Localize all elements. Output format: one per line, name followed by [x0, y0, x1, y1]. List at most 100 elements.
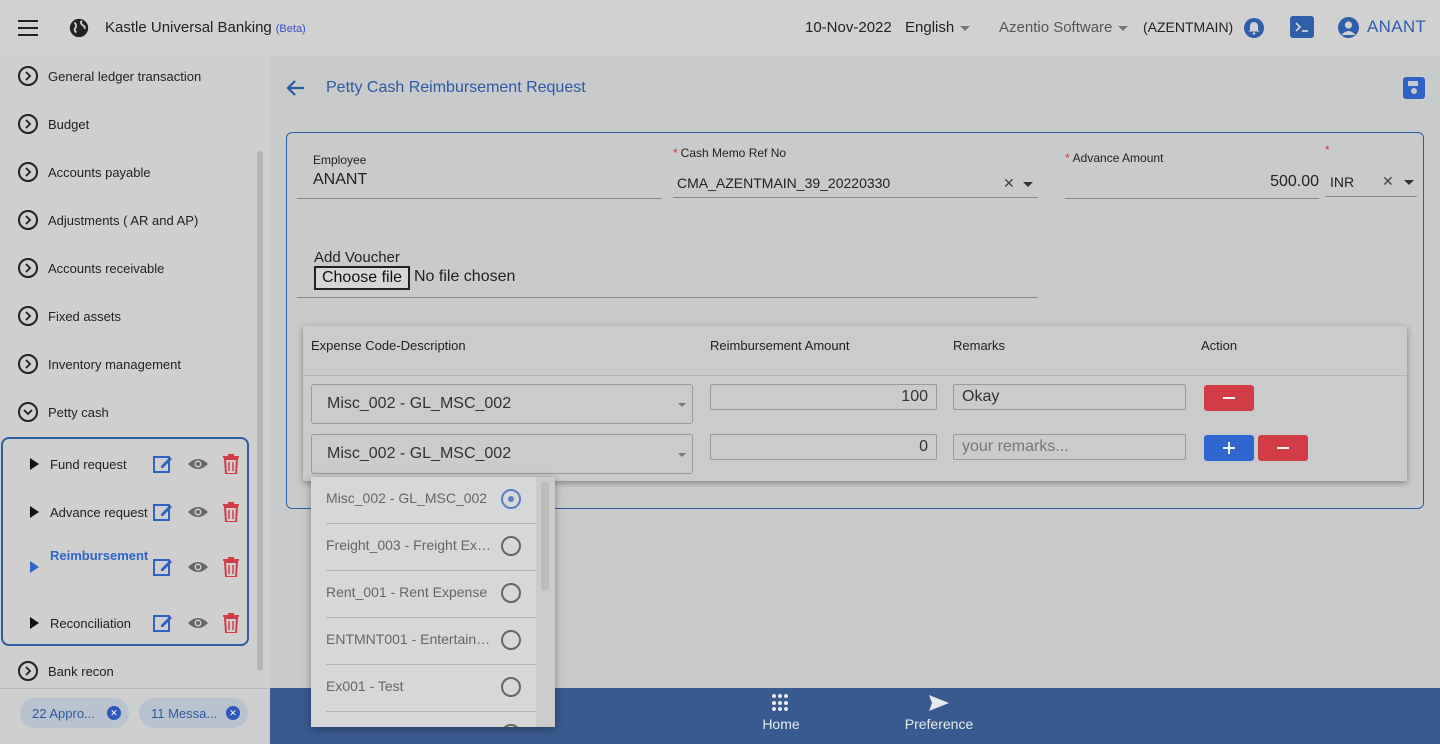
dropdown-option-partial[interactable]	[326, 712, 536, 727]
save-icon[interactable]	[1403, 77, 1425, 99]
send-icon	[929, 695, 949, 711]
dropdown-option-label: Ex001 - Test	[326, 678, 404, 694]
organization-value: Azentio Software	[999, 19, 1113, 36]
expense-code-select[interactable]: Misc_002 - GL_MSC_002	[311, 434, 693, 474]
edit-icon[interactable]	[153, 557, 173, 577]
sidebar-item-bank-recon[interactable]: Bank recon	[0, 656, 269, 686]
delete-icon[interactable]	[222, 454, 240, 474]
sidebar-item-general-ledger[interactable]: General ledger transaction	[0, 61, 269, 91]
user-avatar-icon[interactable]	[1338, 17, 1359, 38]
submenu-item-fund-request[interactable]: Fund request	[3, 442, 247, 486]
edit-icon[interactable]	[153, 613, 173, 633]
column-header-remarks: Remarks	[953, 338, 1006, 353]
notification-bell-icon[interactable]	[1244, 18, 1264, 38]
expense-grid: Expense Code-Description Reimbursement A…	[303, 326, 1407, 481]
delete-icon[interactable]	[222, 613, 240, 633]
sidebar-item-label: Fixed assets	[48, 308, 121, 324]
remove-row-button[interactable]	[1204, 385, 1254, 411]
sidebar-item-petty-cash[interactable]: Petty cash	[0, 397, 269, 427]
sidebar-item-accounts-receivable[interactable]: Accounts receivable	[0, 253, 269, 283]
employee-label: Employee	[313, 153, 367, 167]
dropdown-option[interactable]: Freight_003 - Freight Expense	[326, 524, 536, 571]
dropdown-option-label: Freight_003 - Freight Expense	[326, 537, 498, 553]
chevron-down-icon	[1118, 25, 1129, 31]
sidebar-item-inventory-management[interactable]: Inventory management	[0, 349, 269, 379]
grid-header: Expense Code-Description Reimbursement A…	[303, 326, 1407, 376]
view-icon[interactable]	[187, 502, 209, 522]
radio-icon[interactable]	[501, 536, 521, 556]
radio-selected-icon[interactable]	[501, 489, 521, 509]
approvals-chip[interactable]: 22 Appro... ✕	[20, 698, 129, 728]
user-name[interactable]: ANANT	[1367, 17, 1426, 37]
petty-cash-submenu: Fund request Advance request Reimburseme…	[1, 437, 249, 646]
close-icon[interactable]: ✕	[107, 706, 121, 720]
chevron-down-circle-icon	[18, 402, 38, 422]
choose-file-button[interactable]: Choose file	[314, 266, 410, 290]
remarks-input[interactable]: Okay	[953, 384, 1186, 410]
remarks-input[interactable]: your remarks...	[953, 434, 1186, 460]
cash-memo-field[interactable]: CMA_AZENTMAIN_39_20220330	[677, 175, 890, 191]
nav-preference[interactable]: Preference	[898, 694, 980, 732]
delete-icon[interactable]	[222, 557, 240, 577]
expense-code-value: Misc_002 - GL_MSC_002	[327, 445, 512, 462]
currency-select[interactable]: INR	[1330, 174, 1354, 190]
sidebar-item-budget[interactable]: Budget	[0, 109, 269, 139]
no-file-text: No file chosen	[414, 268, 516, 285]
reimbursement-amount-input[interactable]: 0	[710, 434, 937, 460]
employee-field[interactable]: ANANT	[313, 171, 367, 189]
view-icon[interactable]	[187, 613, 209, 633]
language-select[interactable]: English	[905, 19, 971, 36]
radio-icon[interactable]	[501, 677, 521, 697]
organization-select[interactable]: Azentio Software	[999, 19, 1129, 36]
sidebar-scrollbar[interactable]	[257, 151, 263, 671]
language-value: English	[905, 19, 955, 36]
dropdown-option[interactable]: Rent_001 - Rent Expense	[326, 571, 536, 618]
edit-icon[interactable]	[153, 454, 173, 474]
dropdown-option[interactable]: ENTMNT001 - Entertainment Expense	[326, 618, 536, 665]
radio-icon[interactable]	[501, 630, 521, 650]
dropdown-scrollbar[interactable]	[536, 477, 555, 727]
sidebar-item-accounts-payable[interactable]: Accounts payable	[0, 157, 269, 187]
page-title: Petty Cash Reimbursement Request	[326, 79, 586, 96]
remove-row-button[interactable]	[1258, 435, 1308, 461]
terminal-icon[interactable]	[1290, 16, 1314, 38]
chevron-right-circle-icon	[18, 114, 38, 134]
submenu-item-label: Fund request	[50, 457, 127, 472]
view-icon[interactable]	[187, 454, 209, 474]
menu-icon[interactable]	[18, 20, 38, 36]
edit-icon[interactable]	[153, 502, 173, 522]
advance-amount-field[interactable]: 500.00	[1065, 173, 1319, 191]
nav-home[interactable]: Home	[750, 694, 812, 732]
back-arrow-icon[interactable]	[286, 78, 306, 98]
submenu-item-reimbursement[interactable]: Reimbursement	[3, 540, 247, 594]
sidebar-item-fixed-assets[interactable]: Fixed assets	[0, 301, 269, 331]
chevron-right-circle-icon	[18, 66, 38, 86]
close-icon[interactable]: ✕	[226, 706, 240, 720]
reimbursement-amount-input[interactable]: 100	[710, 384, 937, 410]
dropdown-option[interactable]: Ex001 - Test	[326, 665, 536, 712]
caret-right-icon	[30, 561, 39, 573]
column-header-expense: Expense Code-Description	[311, 338, 466, 353]
clear-icon[interactable]: ✕	[1382, 173, 1394, 190]
submenu-item-advance-request[interactable]: Advance request	[3, 490, 247, 534]
scrollbar-thumb[interactable]	[541, 481, 549, 591]
sidebar-item-adjustments[interactable]: Adjustments ( AR and AP)	[0, 205, 269, 235]
chevron-right-circle-icon	[18, 306, 38, 326]
expense-code-select[interactable]: Misc_002 - GL_MSC_002	[311, 384, 693, 424]
clear-icon[interactable]: ✕	[1003, 175, 1015, 192]
sidebar-item-label: Inventory management	[48, 356, 181, 372]
required-mark: *	[673, 146, 678, 160]
delete-icon[interactable]	[222, 502, 240, 522]
radio-icon[interactable]	[501, 583, 521, 603]
branch-code: (AZENTMAIN)	[1143, 19, 1234, 35]
radio-icon[interactable]	[501, 724, 521, 727]
submenu-item-reconciliation[interactable]: Reconciliation	[3, 601, 247, 645]
add-row-button[interactable]	[1204, 435, 1254, 461]
view-icon[interactable]	[187, 557, 209, 577]
dropdown-option[interactable]: Misc_002 - GL_MSC_002	[326, 477, 536, 524]
messages-chip[interactable]: 11 Messa... ✕	[139, 698, 248, 728]
chevron-down-icon[interactable]	[1404, 180, 1414, 185]
dropdown-option-label: Misc_002 - GL_MSC_002	[326, 490, 488, 506]
chevron-down-icon[interactable]	[1023, 182, 1033, 187]
app-title: Kastle Universal Banking (Beta)	[105, 19, 306, 36]
